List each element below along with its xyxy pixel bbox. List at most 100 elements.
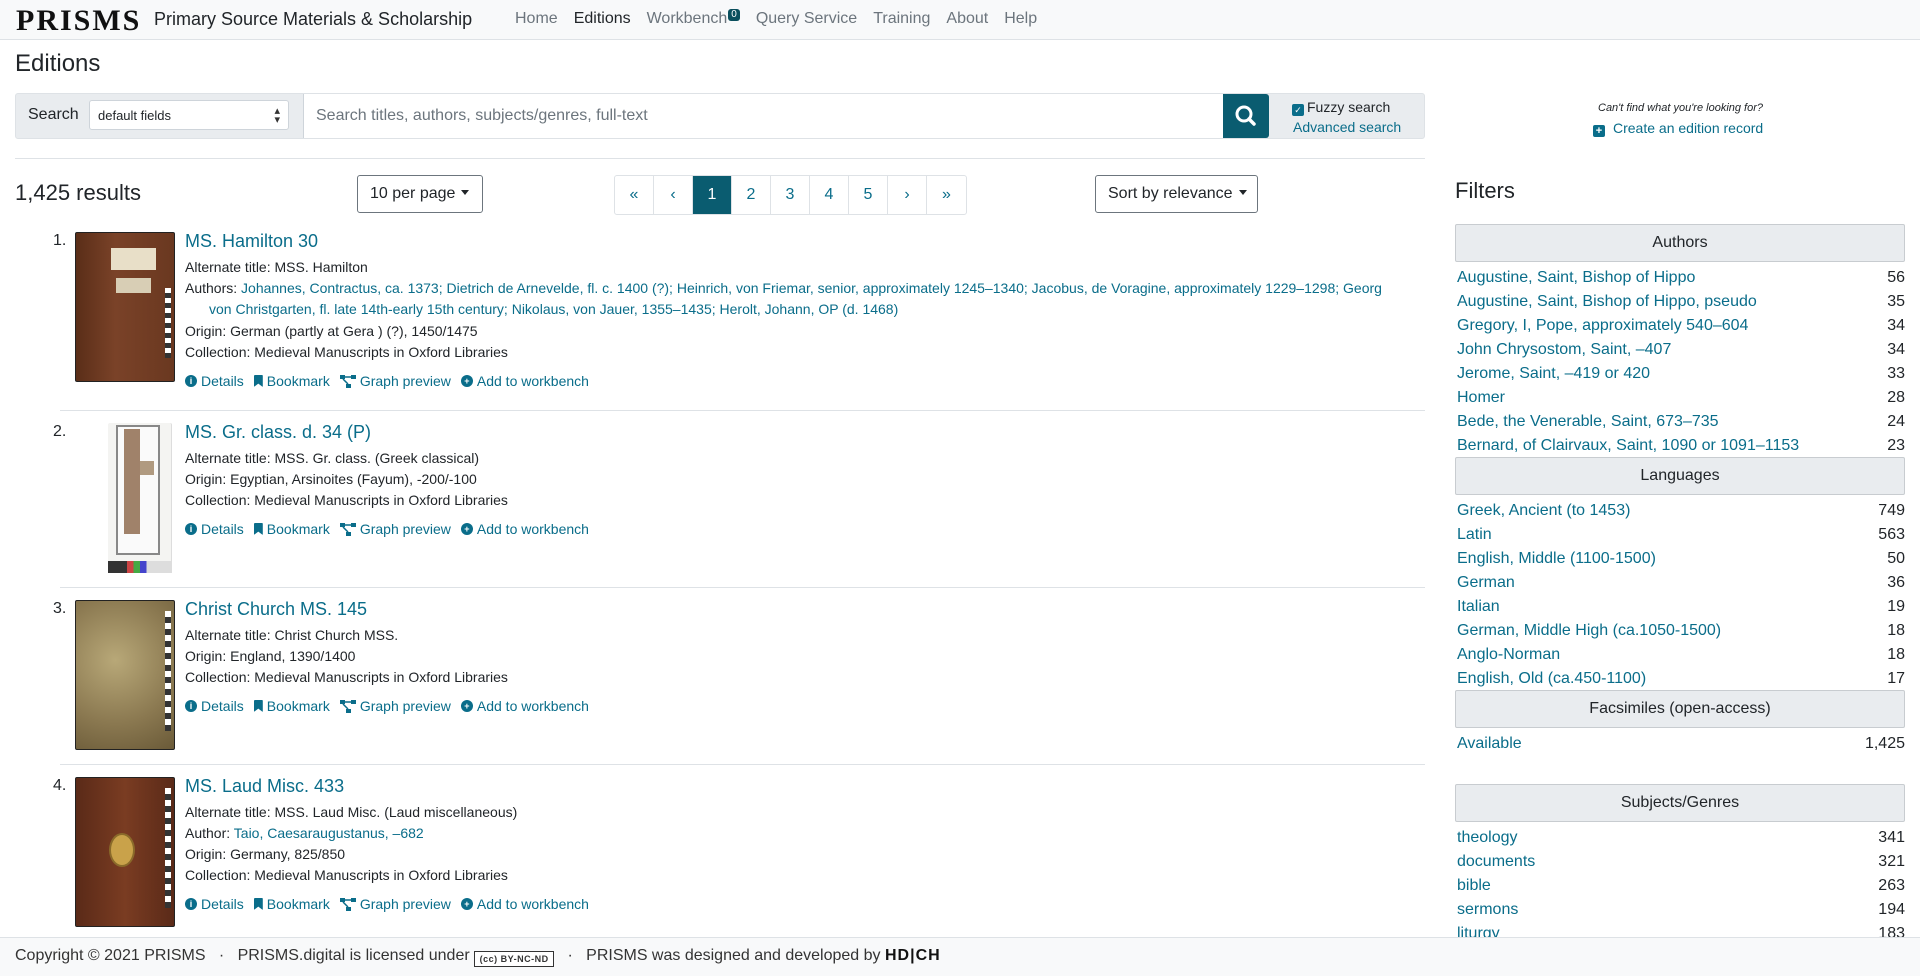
per-page-dropdown[interactable]: 10 per page — [357, 175, 483, 213]
result-thumbnail[interactable] — [75, 600, 175, 750]
subjects-filter-heading[interactable]: Subjects/Genres — [1455, 784, 1905, 822]
filter-item[interactable]: bible 263 — [1457, 874, 1905, 898]
filter-item-label[interactable]: English, Middle (1100-1500) — [1457, 547, 1656, 571]
filter-item-label[interactable]: Gregory, I, Pope, approximately 540–604 — [1457, 314, 1748, 338]
nav-home[interactable]: Home — [515, 10, 558, 28]
advanced-search-link[interactable]: Advanced search — [1293, 119, 1401, 135]
filter-item[interactable]: Gregory, I, Pope, approximately 540–604 3… — [1457, 314, 1905, 338]
sort-dropdown[interactable]: Sort by relevance — [1095, 175, 1258, 213]
filter-item[interactable]: German, Middle High (ca.1050-1500) 18 — [1457, 619, 1905, 643]
nav-query-service[interactable]: Query Service — [756, 10, 857, 28]
page-prev[interactable]: ‹ — [654, 176, 693, 214]
filter-item-label[interactable]: English, Old (ca.450-1100) — [1457, 667, 1646, 691]
page-5[interactable]: 5 — [849, 176, 888, 214]
result-title[interactable]: Christ Church MS. 145 — [185, 599, 367, 620]
page-last[interactable]: » — [927, 176, 966, 214]
filter-item-label[interactable]: sermons — [1457, 898, 1518, 922]
filter-item[interactable]: theology 341 — [1457, 826, 1905, 850]
filter-item-label[interactable]: Homer — [1457, 386, 1505, 410]
filter-item-label[interactable]: Italian — [1457, 595, 1500, 619]
result-title[interactable]: MS. Laud Misc. 433 — [185, 776, 344, 797]
details-link[interactable]: i Details — [185, 373, 244, 389]
filter-item[interactable]: English, Old (ca.450-1100) 17 — [1457, 667, 1905, 691]
bookmark-link[interactable]: Bookmark — [253, 521, 330, 537]
authors-filter-list[interactable]: Augustine, Saint, Bishop of Hippo 56 Augu… — [1455, 262, 1905, 486]
add-to-workbench-link[interactable]: + Add to workbench — [460, 698, 589, 714]
add-to-workbench-link[interactable]: + Add to workbench — [460, 373, 589, 389]
filter-item[interactable]: Available 1,425 — [1457, 732, 1905, 756]
nav-workbench[interactable]: Workbench 0 — [647, 9, 740, 28]
filter-item-label[interactable]: bible — [1457, 874, 1491, 898]
add-to-workbench-link[interactable]: + Add to workbench — [460, 896, 589, 912]
nav-about[interactable]: About — [946, 10, 988, 28]
nav-editions[interactable]: Editions — [574, 10, 631, 28]
result-title[interactable]: MS. Gr. class. d. 34 (P) — [185, 422, 371, 443]
filter-item[interactable]: liturgy 183 — [1457, 922, 1905, 937]
filter-item[interactable]: Bede, the Venerable, Saint, 673–735 24 — [1457, 410, 1905, 434]
details-link[interactable]: i Details — [185, 521, 244, 537]
nav-training[interactable]: Training — [873, 10, 930, 28]
filter-item-label[interactable]: Jerome, Saint, –419 or 420 — [1457, 362, 1650, 386]
graph-preview-link[interactable]: Graph preview — [339, 896, 451, 912]
filter-item[interactable]: Homer 28 — [1457, 386, 1905, 410]
authors-links[interactable]: von Christgarten, fl. late 14th-early 15… — [209, 301, 898, 317]
filter-item-label[interactable]: Bede, the Venerable, Saint, 673–735 — [1457, 410, 1719, 434]
filter-item-label[interactable]: John Chrysostom, Saint, –407 — [1457, 338, 1671, 362]
page-2[interactable]: 2 — [732, 176, 771, 214]
details-link[interactable]: i Details — [185, 896, 244, 912]
page-1[interactable]: 1 — [693, 176, 732, 214]
filter-item[interactable]: documents 321 — [1457, 850, 1905, 874]
filter-item[interactable]: Jerome, Saint, –419 or 420 33 — [1457, 362, 1905, 386]
page-3[interactable]: 3 — [771, 176, 810, 214]
filter-item-label[interactable]: documents — [1457, 850, 1535, 874]
filter-item-label[interactable]: German — [1457, 571, 1515, 595]
page-next[interactable]: › — [888, 176, 927, 214]
filter-item[interactable]: sermons 194 — [1457, 898, 1905, 922]
filter-item-label[interactable]: theology — [1457, 826, 1518, 850]
filter-item[interactable]: John Chrysostom, Saint, –407 34 — [1457, 338, 1905, 362]
author-link[interactable]: Taio, Caesaraugustanus, –682 — [234, 825, 424, 841]
subjects-filter-list[interactable]: theology 341 documents 321 bible 263 sermon… — [1455, 822, 1905, 937]
filter-item-label[interactable]: Augustine, Saint, Bishop of Hippo, pseud… — [1457, 290, 1757, 314]
filter-item-label[interactable]: liturgy — [1457, 922, 1500, 937]
page-first[interactable]: « — [615, 176, 654, 214]
details-link[interactable]: i Details — [185, 698, 244, 714]
facsimiles-filter-list[interactable]: Available 1,425 — [1455, 728, 1905, 764]
hdch-logo[interactable]: HD|CH — [885, 947, 941, 964]
filter-item-label[interactable]: Latin — [1457, 523, 1492, 547]
search-field-select[interactable]: default fields ▴ ▾ — [89, 100, 289, 130]
create-edition-link[interactable]: + Create an edition record — [1593, 120, 1763, 137]
languages-filter-heading[interactable]: Languages — [1455, 457, 1905, 495]
filter-item[interactable]: Anglo-Norman 18 — [1457, 643, 1905, 667]
filter-item[interactable]: Latin 563 — [1457, 523, 1905, 547]
filter-item[interactable]: Bernard, of Clairvaux, Saint, 1090 or 10… — [1457, 434, 1905, 458]
result-thumbnail[interactable] — [108, 423, 172, 573]
search-button[interactable] — [1223, 94, 1269, 138]
graph-preview-link[interactable]: Graph preview — [339, 698, 451, 714]
filter-item-label[interactable]: Anglo-Norman — [1457, 643, 1560, 667]
checkbox-checked-icon[interactable]: ✓ — [1292, 104, 1304, 116]
filter-item[interactable]: Italian 19 — [1457, 595, 1905, 619]
prisms-logo[interactable]: PRISMS — [16, 4, 141, 38]
brand-name[interactable]: Primary Source Materials & Scholarship — [154, 9, 472, 30]
result-title[interactable]: MS. Hamilton 30 — [185, 231, 318, 252]
facsimiles-filter-heading[interactable]: Facsimiles (open-access) — [1455, 690, 1905, 728]
filter-item[interactable]: Augustine, Saint, Bishop of Hippo 56 — [1457, 266, 1905, 290]
bookmark-link[interactable]: Bookmark — [253, 373, 330, 389]
filter-item[interactable]: English, Middle (1100-1500) 50 — [1457, 547, 1905, 571]
bookmark-link[interactable]: Bookmark — [253, 896, 330, 912]
page-4[interactable]: 4 — [810, 176, 849, 214]
add-to-workbench-link[interactable]: + Add to workbench — [460, 521, 589, 537]
filter-item[interactable]: Greek, Ancient (to 1453) 749 — [1457, 499, 1905, 523]
filter-item-label[interactable]: Available — [1457, 732, 1522, 756]
graph-preview-link[interactable]: Graph preview — [339, 521, 451, 537]
bookmark-link[interactable]: Bookmark — [253, 698, 330, 714]
filter-item[interactable]: Augustine, Saint, Bishop of Hippo, pseud… — [1457, 290, 1905, 314]
result-thumbnail[interactable] — [75, 777, 175, 927]
filter-item-label[interactable]: Augustine, Saint, Bishop of Hippo — [1457, 266, 1695, 290]
languages-filter-list[interactable]: Greek, Ancient (to 1453) 749 Latin 563 Eng… — [1455, 495, 1905, 719]
graph-preview-link[interactable]: Graph preview — [339, 373, 451, 389]
authors-filter-heading[interactable]: Authors — [1455, 224, 1905, 262]
result-thumbnail[interactable] — [75, 232, 175, 382]
filter-item-label[interactable]: German, Middle High (ca.1050-1500) — [1457, 619, 1721, 643]
